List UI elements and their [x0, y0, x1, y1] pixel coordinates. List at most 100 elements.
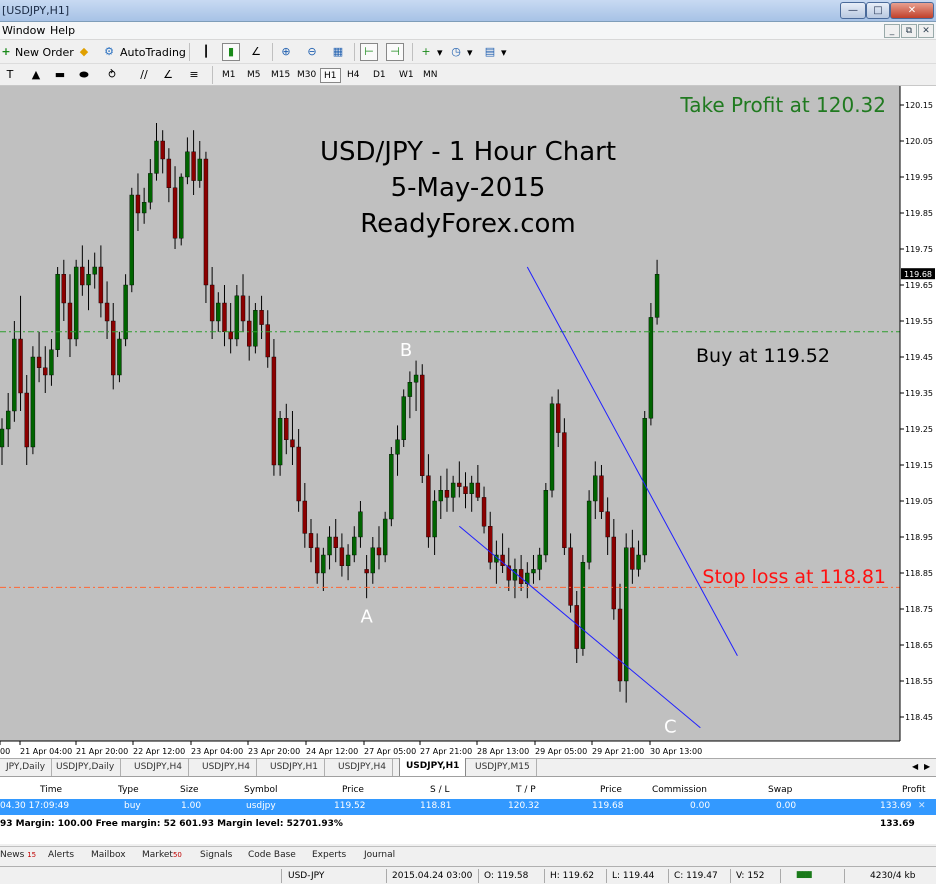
candle-bear — [420, 374, 425, 477]
menu-help[interactable]: Help — [50, 24, 75, 37]
col-size[interactable]: Size — [180, 785, 198, 795]
maximize-button[interactable]: □ — [866, 2, 890, 19]
order-row[interactable]: 04.30 17:09:49 buy 1.00 usdjpy 119.52 11… — [0, 799, 936, 815]
status-low: L: 119.44 — [612, 871, 655, 881]
tab-signals[interactable]: Signals — [200, 850, 232, 860]
minimize-button[interactable]: — — [840, 2, 866, 19]
col-current-price[interactable]: Price — [600, 785, 622, 795]
col-type[interactable]: Type — [118, 785, 139, 795]
toolbar-separator — [412, 43, 413, 61]
price-chart[interactable]: 120.15 120.05 119.95 119.85 119.75 119.65 119.… — [0, 86, 936, 758]
chart-tab[interactable]: USDJPY,M15 — [469, 759, 537, 776]
templates-button[interactable]: ▤ ▾ — [482, 43, 507, 61]
rectangle-icon[interactable]: ▬ — [52, 67, 68, 83]
col-swap[interactable]: Swap — [768, 785, 792, 795]
timeframe-m15[interactable]: M15 — [268, 68, 293, 83]
chart-tab[interactable]: USDJPY,H1 — [264, 759, 325, 776]
candle-bull — [537, 554, 542, 570]
mdi-close-button[interactable]: ✕ — [918, 24, 934, 38]
mdi-minimize-button[interactable]: _ — [884, 24, 900, 38]
candle-bear — [222, 302, 227, 332]
timeframe-h4[interactable]: H4 — [344, 68, 363, 83]
timeframe-m30[interactable]: M30 — [294, 68, 319, 83]
timeframe-h1[interactable]: H1 — [320, 68, 341, 83]
order-tp: 120.32 — [508, 801, 540, 811]
ellipse-icon[interactable]: ⬬ — [76, 67, 92, 83]
standard-toolbar: + New Order ◆ ⚙ AutoTrading ┃ ▮ ∠ ⊕ ⊖ ▦ … — [0, 40, 936, 100]
tab-journal[interactable]: Journal — [364, 850, 395, 860]
candle-bull — [117, 338, 122, 376]
timeframe-w1[interactable]: W1 — [396, 68, 417, 83]
text-label-icon[interactable]: T — [2, 67, 18, 83]
tab-code-base[interactable]: Code Base — [248, 850, 296, 860]
arrows-icon[interactable]: ⥁ — [104, 67, 120, 83]
tab-scroll-right-icon[interactable]: ▶ — [924, 762, 930, 771]
tile-windows-button[interactable]: ▦ — [330, 43, 346, 61]
col-time[interactable]: Time — [40, 785, 62, 795]
fibonacci-icon[interactable]: ≡ — [186, 67, 202, 83]
tab-market[interactable]: Market50 — [142, 850, 182, 860]
candle-bear — [426, 475, 431, 538]
close-button[interactable]: ✕ — [890, 2, 934, 19]
time-tick-label: 23 Apr 20:00 — [248, 747, 300, 756]
new-order-button[interactable]: + New Order — [0, 43, 73, 61]
periods-button[interactable]: ◷ ▾ — [448, 43, 472, 61]
summary-profit: 133.69 — [880, 819, 915, 829]
zoom-out-button[interactable]: ⊖ — [304, 43, 320, 61]
chart-shift-button[interactable]: ⊣ — [386, 43, 404, 61]
candle-bear — [271, 356, 277, 466]
tab-alerts[interactable]: Alerts — [48, 850, 74, 860]
candle-bear — [611, 536, 617, 610]
chart-tab[interactable]: JPY,Daily — [0, 759, 53, 776]
triangle-icon[interactable]: ▲ — [28, 67, 44, 83]
autoscroll-button[interactable]: ⊢ — [360, 43, 378, 61]
chart-tab[interactable]: USDJPY,H4 — [128, 759, 189, 776]
candle-bear — [240, 295, 246, 322]
candle-bull — [580, 562, 586, 649]
metaeditor-button[interactable]: ◆ — [76, 43, 92, 61]
tab-experts[interactable]: Experts — [312, 850, 346, 860]
tab-mailbox[interactable]: Mailbox — [91, 850, 126, 860]
zoom-in-button[interactable]: ⊕ — [278, 43, 294, 61]
candle-bear — [333, 536, 338, 549]
price-tick-label: 119.55 — [905, 317, 933, 326]
chart-shift-icon: ⊣ — [390, 45, 400, 58]
status-open: O: 119.58 — [484, 871, 529, 881]
price-tick-label: 119.65 — [905, 281, 933, 290]
timeframe-m1[interactable]: M1 — [219, 68, 239, 83]
chart-tab[interactable]: USDJPY,H4 — [332, 759, 393, 776]
mdi-restore-button[interactable]: ⧉ — [901, 24, 917, 38]
line-chart-button[interactable]: ∠ — [248, 43, 264, 61]
timeframe-m5[interactable]: M5 — [244, 68, 264, 83]
candle-bear — [314, 547, 320, 574]
candle-chart-button[interactable]: ▮ — [222, 43, 240, 61]
col-price[interactable]: Price — [342, 785, 364, 795]
candle-bull — [623, 547, 629, 682]
clock-icon: ◷ — [451, 45, 461, 58]
col-sl[interactable]: S / L — [430, 785, 449, 795]
col-commission[interactable]: Commission — [652, 785, 707, 795]
timeframe-mn[interactable]: MN — [420, 68, 441, 83]
close-order-icon[interactable]: ✕ — [918, 801, 926, 811]
channel-icon[interactable]: ∕∕ — [136, 67, 152, 83]
candle-bear — [67, 302, 73, 340]
autotrading-button[interactable]: ⚙ AutoTrading — [101, 43, 186, 61]
bar-chart-button[interactable]: ┃ — [198, 43, 214, 61]
col-profit[interactable]: Profit — [902, 785, 925, 795]
candle-bull — [5, 410, 11, 430]
candle-bear — [630, 547, 635, 570]
candle-bull — [253, 309, 258, 347]
col-symbol[interactable]: Symbol — [244, 785, 278, 795]
candle-bull — [30, 356, 36, 448]
chart-tab[interactable]: USDJPY,H4 — [196, 759, 257, 776]
chart-tab[interactable]: USDJPY,Daily — [50, 759, 122, 776]
chart-tab-active[interactable]: USDJPY,H1 — [399, 758, 467, 777]
gann-icon[interactable]: ∠ — [160, 67, 176, 83]
menu-window[interactable]: Window — [2, 24, 45, 37]
tab-scroll-left-icon[interactable]: ◀ — [912, 762, 918, 771]
chart-area[interactable]: 120.15 120.05 119.95 119.85 119.75 119.65 119.… — [0, 86, 936, 758]
indicators-button[interactable]: + ▾ — [418, 43, 442, 61]
timeframe-d1[interactable]: D1 — [370, 68, 389, 83]
col-tp[interactable]: T / P — [516, 785, 536, 795]
tab-news[interactable]: News 15 — [0, 850, 36, 860]
